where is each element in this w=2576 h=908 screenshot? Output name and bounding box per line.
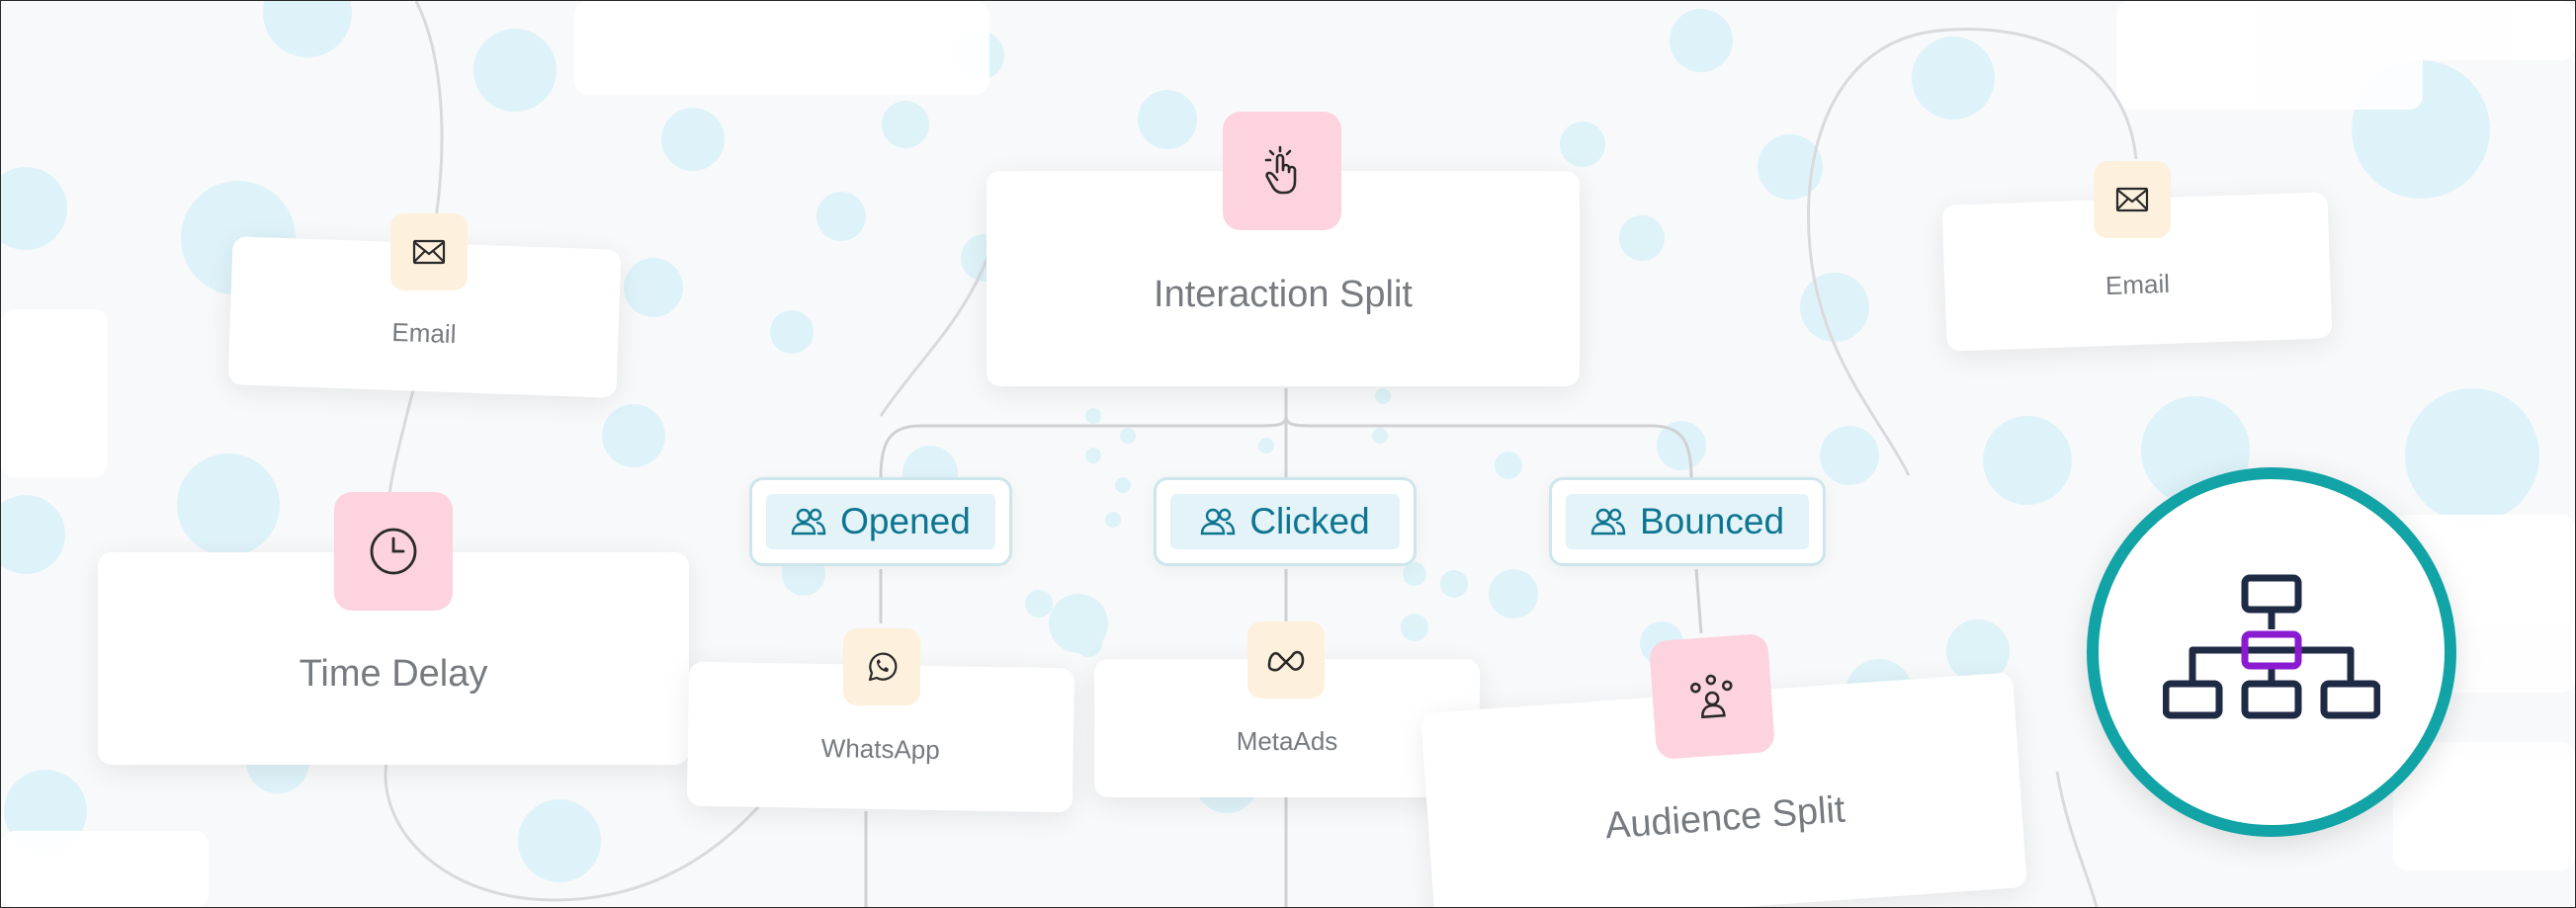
branch-clicked-pill: Clicked — [1170, 494, 1400, 549]
users-icon — [1590, 508, 1626, 536]
email-right-label: Email — [2104, 268, 2171, 301]
audience-split-label: Audience Split — [1603, 788, 1846, 848]
journey-canvas: Interaction Split Email Time Delay Email… — [0, 0, 2576, 908]
users-icon — [791, 508, 826, 536]
whatsapp-icon — [843, 628, 920, 705]
flowchart-badge — [2087, 467, 2456, 837]
users-icon — [1201, 508, 1236, 536]
branch-bounced[interactable]: Bounced — [1549, 477, 1826, 566]
branch-opened-label: Opened — [840, 501, 971, 541]
branch-clicked[interactable]: Clicked — [1154, 477, 1417, 566]
people-group-icon — [1648, 632, 1776, 761]
interaction-split-label: Interaction Split — [1154, 274, 1413, 315]
flowchart-hierarchy-icon — [2163, 574, 2380, 719]
whatsapp-label: WhatsApp — [820, 732, 941, 766]
envelope-icon — [2094, 161, 2171, 238]
branch-clicked-label: Clicked — [1249, 501, 1370, 541]
branch-opened[interactable]: Opened — [749, 477, 1012, 566]
branch-bounced-label: Bounced — [1639, 501, 1785, 541]
time-delay-label: Time Delay — [299, 653, 488, 695]
envelope-icon — [390, 213, 468, 290]
branch-opened-pill: Opened — [766, 494, 995, 549]
meta-logo-icon — [1247, 621, 1325, 699]
clock-icon — [334, 492, 453, 611]
email-left-label: Email — [390, 316, 457, 350]
branch-bounced-pill: Bounced — [1566, 494, 1809, 549]
pointer-click-icon — [1223, 112, 1341, 230]
